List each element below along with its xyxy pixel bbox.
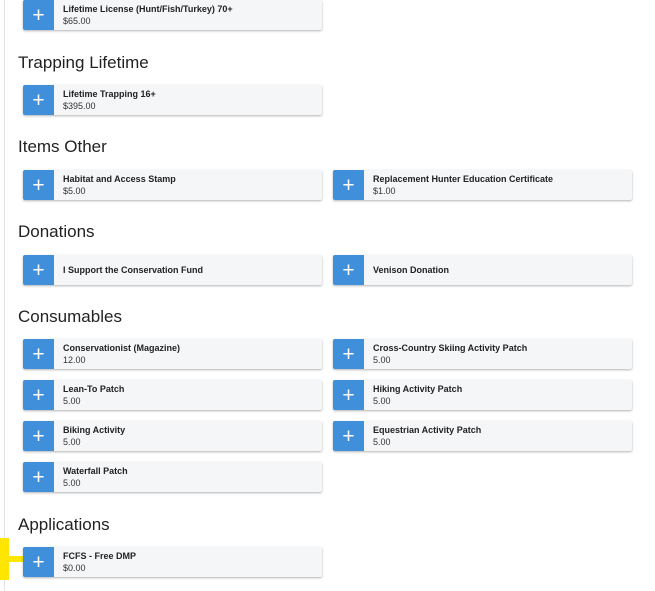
product-title: Conservationist (Magazine): [63, 343, 181, 353]
add-button[interactable]: +: [23, 547, 54, 577]
product-title: Cross-Country Skiing Activity Patch: [373, 343, 528, 353]
product-title: Venison Donation: [373, 265, 450, 275]
product-card[interactable]: + Equestrian Activity Patch 5.00: [333, 421, 632, 451]
product-card[interactable]: + Lean-To Patch 5.00: [23, 380, 322, 410]
add-button[interactable]: +: [23, 421, 54, 451]
highlight-marker-tick: [5, 556, 25, 562]
add-button[interactable]: +: [23, 85, 54, 115]
section-heading: Donations: [18, 222, 95, 241]
section-heading: Applications: [18, 515, 110, 534]
product-card[interactable]: + Biking Activity 5.00: [23, 421, 322, 451]
product-card[interactable]: + Conservationist (Magazine) 12.00: [23, 339, 322, 369]
product-price: $65.00: [63, 16, 91, 26]
product-title: Lifetime Trapping 16+: [63, 89, 156, 99]
plus-icon: +: [32, 88, 45, 112]
add-button[interactable]: +: [333, 170, 364, 200]
product-card[interactable]: + Cross-Country Skiing Activity Patch 5.…: [333, 339, 632, 369]
plus-icon: +: [32, 465, 45, 489]
product-price: $1.00: [373, 186, 396, 196]
product-title: Habitat and Access Stamp: [63, 174, 176, 184]
product-price: $0.00: [63, 563, 86, 573]
add-button[interactable]: +: [23, 255, 54, 285]
section-heading: Items Other: [18, 137, 107, 156]
add-button[interactable]: +: [23, 0, 54, 30]
product-card[interactable]: + Replacement Hunter Education Certifica…: [333, 170, 632, 200]
plus-icon: +: [32, 258, 45, 282]
product-price: 5.00: [63, 437, 81, 447]
product-title: Equestrian Activity Patch: [373, 425, 482, 435]
product-price: $395.00: [63, 101, 96, 111]
product-card[interactable]: + Habitat and Access Stamp $5.00: [23, 170, 322, 200]
plus-icon: +: [32, 424, 45, 448]
left-divider: [4, 0, 5, 591]
add-button[interactable]: +: [23, 380, 54, 410]
plus-icon: +: [32, 3, 45, 27]
product-title: I Support the Conservation Fund: [63, 265, 203, 275]
product-title: Waterfall Patch: [63, 466, 128, 476]
product-title: Lifetime License (Hunt/Fish/Turkey) 70+: [63, 4, 233, 14]
product-price: 5.00: [373, 437, 391, 447]
add-button[interactable]: +: [333, 380, 364, 410]
product-title: Replacement Hunter Education Certificate: [373, 174, 554, 184]
plus-icon: +: [342, 173, 355, 197]
add-button[interactable]: +: [333, 255, 364, 285]
plus-icon: +: [32, 173, 45, 197]
add-button[interactable]: +: [333, 339, 364, 369]
product-card[interactable]: + Lifetime Trapping 16+ $395.00: [23, 85, 322, 115]
add-button[interactable]: +: [23, 462, 54, 492]
product-price: 5.00: [63, 396, 81, 406]
plus-icon: +: [342, 258, 355, 282]
product-card[interactable]: + Waterfall Patch 5.00: [23, 462, 322, 492]
product-price: 5.00: [373, 396, 391, 406]
plus-icon: +: [32, 342, 45, 366]
plus-icon: +: [342, 342, 355, 366]
product-card[interactable]: + Lifetime License (Hunt/Fish/Turkey) 70…: [23, 0, 322, 30]
product-title: Biking Activity: [63, 425, 126, 435]
product-card[interactable]: + Hiking Activity Patch 5.00: [333, 380, 632, 410]
section-heading: Consumables: [18, 307, 122, 326]
product-title: Lean-To Patch: [63, 384, 125, 394]
add-button[interactable]: +: [333, 421, 364, 451]
product-title: Hiking Activity Patch: [373, 384, 463, 394]
plus-icon: +: [342, 383, 355, 407]
product-title: FCFS - Free DMP: [63, 551, 137, 561]
plus-icon: +: [32, 550, 45, 574]
product-price: 12.00: [63, 355, 86, 365]
plus-icon: +: [342, 424, 355, 448]
plus-icon: +: [32, 383, 45, 407]
product-card[interactable]: + Venison Donation: [333, 255, 632, 285]
product-price: 5.00: [63, 478, 81, 488]
product-price: $5.00: [63, 186, 86, 196]
product-card[interactable]: + I Support the Conservation Fund: [23, 255, 322, 285]
product-price: 5.00: [373, 355, 391, 365]
add-button[interactable]: +: [23, 170, 54, 200]
section-heading: Trapping Lifetime: [18, 53, 149, 72]
product-card[interactable]: + FCFS - Free DMP $0.00: [23, 547, 322, 577]
add-button[interactable]: +: [23, 339, 54, 369]
